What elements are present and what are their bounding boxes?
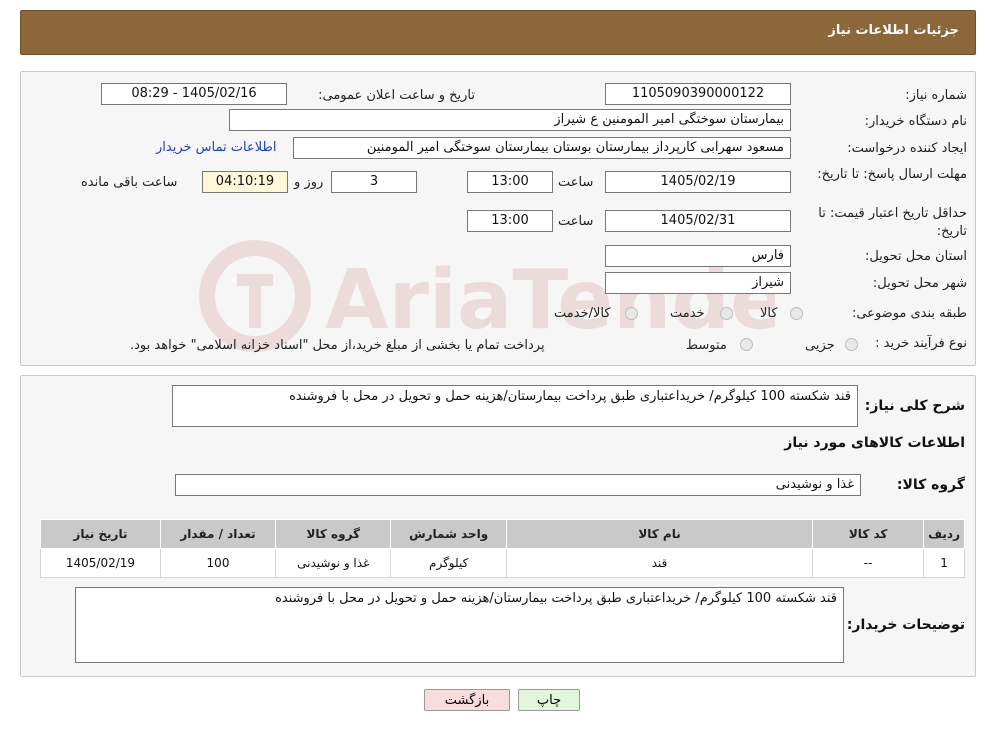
purchase-type-label: نوع فرآیند خرید : bbox=[875, 336, 967, 351]
province-label: استان محل تحویل: bbox=[865, 249, 967, 264]
creator-field: مسعود سهرابی کارپرداز بیمارستان بوستان ب… bbox=[293, 137, 791, 159]
announce-label: تاریخ و ساعت اعلان عمومی: bbox=[318, 88, 475, 103]
category-label: طبقه بندی موضوعی: bbox=[851, 306, 967, 321]
print-button[interactable]: چاپ bbox=[518, 689, 580, 711]
province-field: فارس bbox=[605, 245, 791, 267]
col-row: ردیف bbox=[923, 519, 965, 549]
reply-deadline-label: مهلت ارسال پاسخ: تا تاریخ: bbox=[817, 167, 967, 182]
days-field: 3 bbox=[331, 171, 417, 193]
need-number-label: شماره نیاز: bbox=[905, 88, 967, 103]
purchase-note: پرداخت تمام یا بخشی از مبلغ خرید،از محل … bbox=[130, 338, 545, 353]
need-number-field: 1105090390000122 bbox=[605, 83, 791, 105]
goods-info-title: اطلاعات کالاهای مورد نیاز bbox=[784, 435, 965, 451]
col-unit: واحد شمارش bbox=[390, 519, 507, 549]
summary-label: شرح کلی نیاز: bbox=[864, 398, 965, 414]
category-option-goods-service: کالا/خدمت bbox=[554, 306, 611, 321]
category-radio-service[interactable] bbox=[720, 307, 733, 320]
buyer-contact-link[interactable]: اطلاعات تماس خریدار bbox=[156, 140, 276, 155]
summary-textarea[interactable]: قند شکسته 100 کیلوگرم/ خریداعتباری طبق پ… bbox=[172, 385, 858, 427]
purchase-radio-medium[interactable] bbox=[740, 338, 753, 351]
items-table: ردیف کد کالا نام کالا واحد شمارش گروه کا… bbox=[40, 519, 965, 578]
back-button[interactable]: بازگشت bbox=[424, 689, 510, 711]
reply-date-field: 1405/02/19 bbox=[605, 171, 791, 193]
buyer-org-field: بیمارستان سوختگی امیر المومنین ع شیراز bbox=[229, 109, 791, 131]
price-date-field: 1405/02/31 bbox=[605, 210, 791, 232]
col-date: تاریخ نیاز bbox=[40, 519, 161, 549]
purchase-radio-minor[interactable] bbox=[845, 338, 858, 351]
page-title: جزئیات اطلاعات نیاز bbox=[828, 23, 959, 38]
price-time-field: 13:00 bbox=[467, 210, 553, 232]
cell-date: 1405/02/19 bbox=[40, 548, 161, 578]
goods-group-field: غذا و نوشیدنی bbox=[175, 474, 861, 496]
table-row: 1 -- قند کیلوگرم غذا و نوشیدنی 100 1405/… bbox=[40, 548, 965, 578]
buyer-notes-label: توضیحات خریدار: bbox=[846, 617, 965, 633]
category-option-service: خدمت bbox=[670, 306, 705, 321]
cell-qty: 100 bbox=[159, 548, 277, 578]
reply-time-label: ساعت bbox=[558, 175, 594, 190]
goods-group-label: گروه کالا: bbox=[896, 477, 965, 493]
buyer-notes-textarea[interactable]: قند شکسته 100 کیلوگرم/ خریداعتباری طبق پ… bbox=[75, 587, 844, 663]
col-code: کد کالا bbox=[812, 519, 925, 549]
purchase-option-minor: جزیی bbox=[805, 338, 835, 353]
announce-field: 1405/02/16 - 08:29 bbox=[101, 83, 287, 105]
cell-group: غذا و نوشیدنی bbox=[275, 548, 392, 578]
buyer-org-label: نام دستگاه خریدار: bbox=[864, 114, 967, 129]
remaining-label: ساعت باقی مانده bbox=[81, 175, 178, 190]
col-name: نام کالا bbox=[505, 519, 814, 549]
category-radio-goods[interactable] bbox=[790, 307, 803, 320]
col-qty: تعداد / مقدار bbox=[159, 519, 277, 549]
items-table-header: ردیف کد کالا نام کالا واحد شمارش گروه کا… bbox=[40, 519, 965, 549]
price-validity-label: حداقل تاریخ اعتبار قیمت: تا تاریخ: bbox=[818, 206, 967, 239]
cell-code: -- bbox=[812, 548, 925, 578]
creator-label: ایجاد کننده درخواست: bbox=[847, 141, 967, 156]
category-option-goods: کالا bbox=[760, 306, 778, 321]
reply-time-field: 13:00 bbox=[467, 171, 553, 193]
cell-row: 1 bbox=[923, 548, 965, 578]
category-radio-goods-service[interactable] bbox=[625, 307, 638, 320]
city-label: شهر محل تحویل: bbox=[872, 276, 967, 291]
city-field: شیراز bbox=[605, 272, 791, 294]
page-title-bar: جزئیات اطلاعات نیاز bbox=[20, 10, 976, 55]
cell-name: قند bbox=[505, 548, 814, 578]
remaining-time-field: 04:10:19 bbox=[202, 171, 288, 193]
price-time-label: ساعت bbox=[558, 214, 594, 229]
col-group: گروه کالا bbox=[275, 519, 392, 549]
purchase-option-medium: متوسط bbox=[686, 338, 727, 353]
days-label: روز و bbox=[294, 175, 324, 190]
cell-unit: کیلوگرم bbox=[390, 548, 507, 578]
